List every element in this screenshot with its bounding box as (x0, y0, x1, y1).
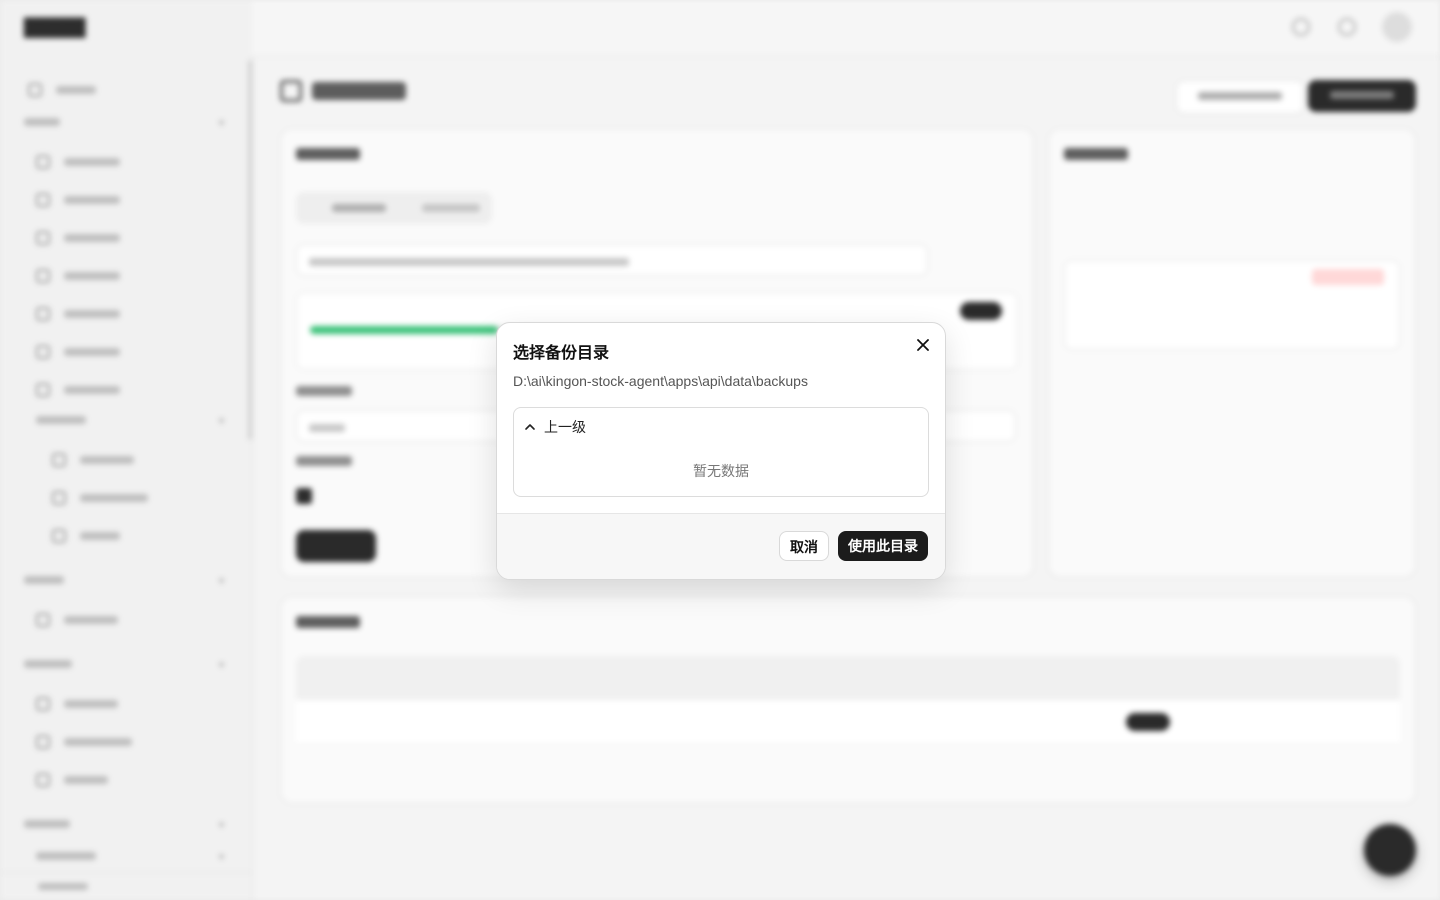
dialog-title: 选择备份目录 (513, 345, 610, 362)
close-icon (917, 339, 929, 351)
close-button[interactable] (911, 333, 935, 357)
use-directory-button[interactable]: 使用此目录 (838, 531, 928, 561)
cancel-button[interactable]: 取消 (779, 531, 829, 561)
empty-state: 暂无数据 (693, 463, 749, 479)
parent-directory-item[interactable]: 上一级 (524, 416, 586, 438)
dialog-footer: 取消 使用此目录 (497, 513, 945, 579)
parent-directory-label: 上一级 (544, 419, 586, 435)
directory-list: 上一级 暂无数据 (513, 407, 929, 497)
chevron-up-icon (525, 424, 535, 430)
current-path: D:\ai\kingon-stock-agent\apps\api\data\b… (513, 373, 808, 389)
directory-picker-dialog: 选择备份目录 D:\ai\kingon-stock-agent\apps\api… (496, 322, 946, 580)
